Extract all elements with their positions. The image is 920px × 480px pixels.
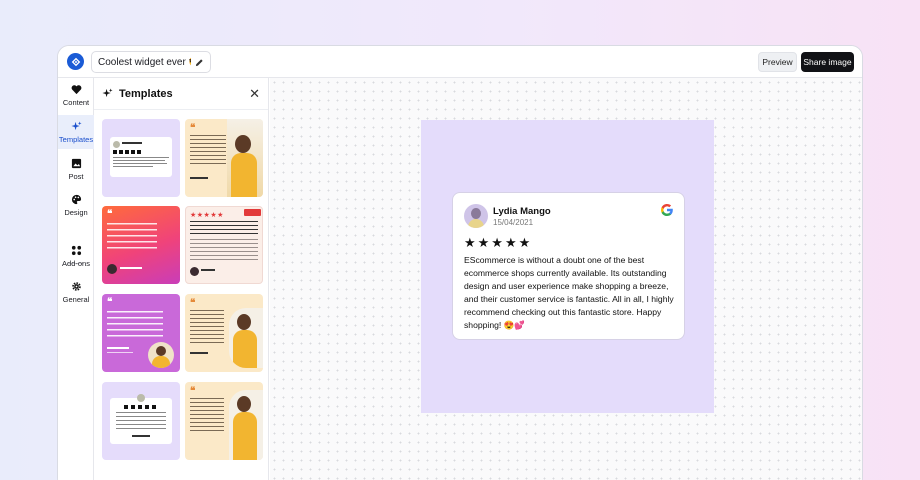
review-card[interactable]: Lydia Mango 15/04/2021 ★★★★★ EScommerce …: [452, 192, 685, 340]
rail-label: Post: [68, 171, 84, 181]
share-image-button[interactable]: Share image: [801, 52, 854, 72]
templates-panel: Templates ✕ ❝ ❝ ★★★★★ ❝ ❝ ❝: [94, 78, 269, 480]
template-thumbnail[interactable]: ❝: [185, 119, 263, 197]
rail-item-templates[interactable]: Templates: [58, 115, 94, 149]
rail-item-addons[interactable]: Add-ons: [58, 239, 94, 273]
review-date: 15/04/2021: [493, 218, 534, 227]
logo-icon[interactable]: [67, 53, 84, 70]
thumbnail-card: [110, 137, 172, 177]
template-thumbnail[interactable]: ❝: [185, 294, 263, 372]
rail-item-content[interactable]: Content: [58, 78, 94, 112]
widget-title-field[interactable]: Coolest widget ever 😎✨: [91, 51, 211, 73]
rail-item-design[interactable]: Design: [58, 188, 94, 222]
rail-label: Design: [64, 207, 88, 217]
template-thumbnail[interactable]: ★★★★★: [185, 206, 263, 284]
side-rail: Content Templates Post Design Add-ons Ge…: [58, 78, 94, 480]
rating-stars: ★★★★★: [464, 235, 533, 250]
google-icon: [661, 204, 673, 216]
template-thumbnail[interactable]: ❝: [102, 294, 180, 372]
templates-panel-header: Templates ✕: [94, 78, 268, 110]
app-window: Coolest widget ever 😎✨ Preview Share ima…: [57, 45, 863, 480]
rail-label: Add-ons: [62, 258, 90, 268]
panel-title: Templates: [119, 87, 173, 100]
rail-item-general[interactable]: General: [58, 275, 94, 309]
template-thumbnail[interactable]: [102, 119, 180, 197]
grid-icon: [71, 245, 81, 255]
review-text: EScommerce is without a doubt one of the…: [464, 255, 674, 330]
rail-label: Templates: [58, 134, 94, 144]
sparkles-icon: [102, 88, 113, 98]
avatar: [464, 204, 488, 228]
preview-button[interactable]: Preview: [758, 52, 797, 72]
rail-label: Content: [62, 97, 90, 107]
close-icon[interactable]: ✕: [249, 86, 260, 102]
widget-title-text: Coolest widget ever 😎✨: [98, 56, 191, 68]
template-thumbnail[interactable]: ❝: [185, 382, 263, 460]
artboard[interactable]: Lydia Mango 15/04/2021 ★★★★★ EScommerce …: [421, 120, 714, 413]
rail-label: General: [62, 294, 90, 304]
image-icon: [71, 158, 81, 168]
template-thumbnail[interactable]: ❝: [102, 206, 180, 284]
reviewer-name: Lydia Mango: [493, 206, 551, 217]
palette-icon: [71, 194, 81, 204]
rail-item-post[interactable]: Post: [58, 152, 94, 186]
gear-icon: [71, 281, 81, 291]
sparkles-icon: [70, 120, 82, 130]
editor-canvas[interactable]: Lydia Mango 15/04/2021 ★★★★★ EScommerce …: [270, 78, 862, 480]
top-bar: Coolest widget ever 😎✨ Preview Share ima…: [58, 46, 862, 78]
pencil-icon[interactable]: [195, 58, 204, 67]
heart-icon: [71, 84, 81, 94]
template-thumbnail[interactable]: [102, 382, 180, 460]
